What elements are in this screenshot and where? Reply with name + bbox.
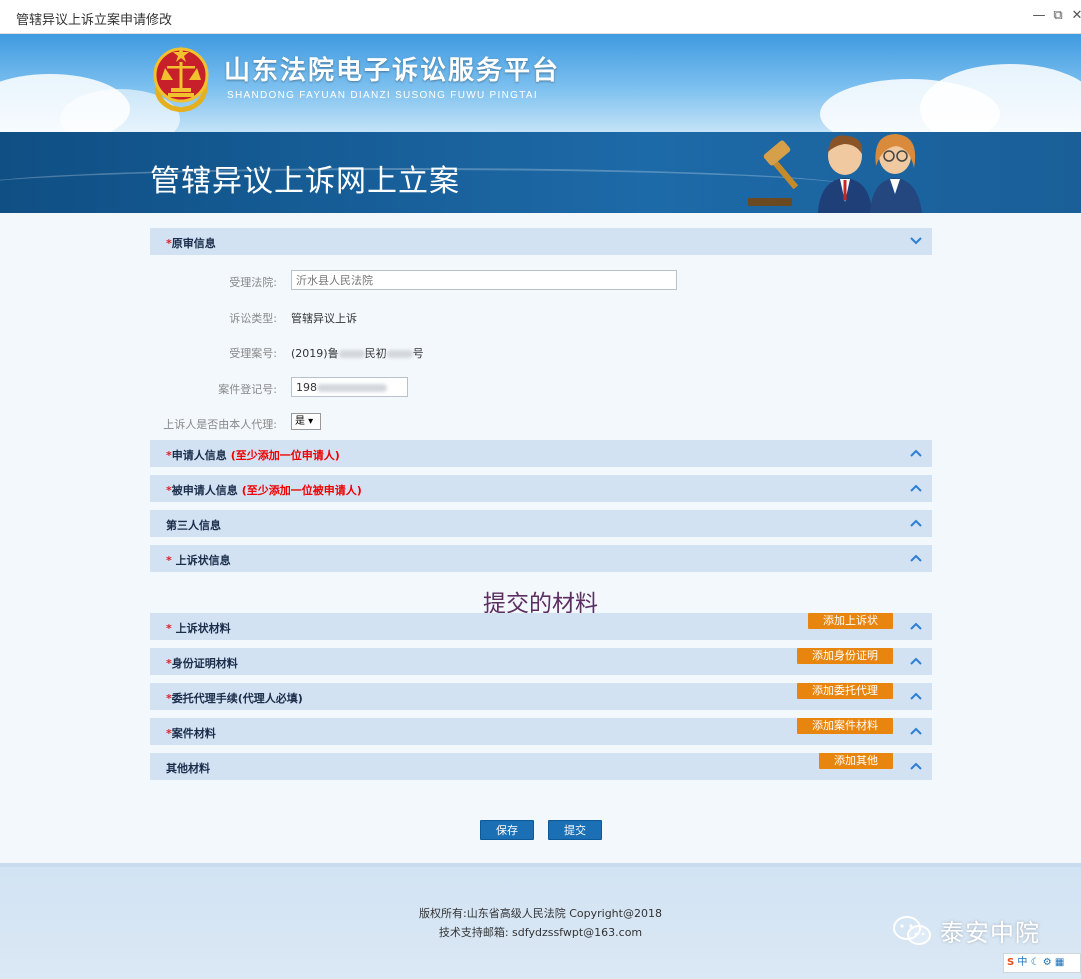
section-appeal-info-label: 上诉状信息 xyxy=(175,554,231,567)
section-material-case[interactable]: *案件材料 添加案件材料 xyxy=(150,718,932,745)
close-button[interactable]: ✕ xyxy=(1069,8,1081,24)
page-heading: 管辖异议上诉网上立案 xyxy=(150,164,460,199)
chevron-up-icon[interactable] xyxy=(908,515,924,531)
section-applicant-label: 申请人信息 xyxy=(171,449,227,462)
section-appeal-info[interactable]: * 上诉状信息 xyxy=(150,545,932,572)
page-footer: 版权所有:山东省高级人民法院 Copyright@2018 技术支持邮箱: sd… xyxy=(0,863,1081,979)
section-material-identity[interactable]: *身份证明材料 添加身份证明 xyxy=(150,648,932,675)
section-third-party-label: 第三人信息 xyxy=(166,519,221,532)
page-banner: 管辖异议上诉网上立案 xyxy=(0,132,1081,213)
case-type-value: 管辖异议上诉 xyxy=(291,312,357,325)
site-title: 山东法院电子诉讼服务平台 xyxy=(224,56,561,86)
site-subtitle: SHANDONG FAYUAN DIANZI SUSONG FUWU PINGT… xyxy=(227,90,538,101)
respondent-note: (至少添加一位被申请人) xyxy=(241,484,362,497)
court-input[interactable] xyxy=(291,270,677,290)
section-original-label: 原审信息 xyxy=(171,237,216,250)
add-identity-button[interactable]: 添加身份证明 xyxy=(797,648,893,664)
self-agent-select[interactable]: 是 ▾ xyxy=(291,413,321,430)
add-appeal-button[interactable]: 添加上诉状 xyxy=(808,613,893,629)
add-other-button[interactable]: 添加其他 xyxy=(819,753,893,769)
field-case-number: 受理案号: (2019)鲁 民初号 xyxy=(150,341,932,363)
chevron-up-icon[interactable] xyxy=(908,550,924,566)
material-label: 上诉状材料 xyxy=(175,622,231,635)
chevron-up-icon[interactable] xyxy=(908,758,924,774)
chevron-down-icon[interactable] xyxy=(908,233,924,249)
self-agent-label: 上诉人是否由本人代理: xyxy=(163,418,277,431)
chevron-up-icon[interactable] xyxy=(908,688,924,704)
chevron-up-icon[interactable] xyxy=(908,618,924,634)
material-label: 委托代理手续(代理人必填) xyxy=(171,692,303,705)
window-title: 管辖异议上诉立案申请修改 xyxy=(16,13,173,28)
window-titlebar: 管辖异议上诉立案申请修改 — ⧉ ✕ xyxy=(0,0,1081,34)
field-court: 受理法院: xyxy=(150,270,932,292)
field-case-type: 诉讼类型: 管辖异议上诉 xyxy=(150,306,932,328)
section-material-appeal[interactable]: * 上诉状材料 添加上诉状 xyxy=(150,613,932,640)
section-respondent[interactable]: *被申请人信息 (至少添加一位被申请人) xyxy=(150,475,932,502)
section-original-trial[interactable]: *原审信息 xyxy=(150,228,932,255)
minimize-button[interactable]: — xyxy=(1031,8,1047,24)
chevron-up-icon[interactable] xyxy=(908,445,924,461)
section-material-other[interactable]: 其他材料 添加其他 xyxy=(150,753,932,780)
section-third-party[interactable]: 第三人信息 xyxy=(150,510,932,537)
save-button[interactable]: 保存 xyxy=(480,820,534,840)
form-area: *原审信息 受理法院: 诉讼类型: 管辖异议上诉 受理案号: (2019)鲁民初… xyxy=(0,213,1081,863)
section-respondent-label: 被申请人信息 xyxy=(171,484,238,497)
add-agency-button[interactable]: 添加委托代理 xyxy=(797,683,893,699)
watermark-text: 泰安中院 xyxy=(940,919,1040,947)
section-material-agency[interactable]: *委托代理手续(代理人必填) 添加委托代理 xyxy=(150,683,932,710)
court-label: 受理法院: xyxy=(229,276,277,289)
registration-no-input[interactable]: 198 xyxy=(291,377,408,397)
section-applicant[interactable]: *申请人信息 (至少添加一位申请人) xyxy=(150,440,932,467)
material-label: 身份证明材料 xyxy=(171,657,238,670)
add-case-material-button[interactable]: 添加案件材料 xyxy=(797,718,893,734)
material-label: 其他材料 xyxy=(166,762,210,775)
field-registration-no: 案件登记号: 198 xyxy=(150,377,932,399)
submit-button[interactable]: 提交 xyxy=(548,820,602,840)
case-type-label: 诉讼类型: xyxy=(229,312,277,325)
ime-tray[interactable]: S 中 ☾ ⚙ ▦ xyxy=(1003,953,1081,973)
material-label: 案件材料 xyxy=(171,727,216,740)
wechat-icon xyxy=(893,915,931,945)
field-self-agent: 上诉人是否由本人代理: 是 ▾ xyxy=(150,412,932,434)
maximize-button[interactable]: ⧉ xyxy=(1050,8,1066,24)
case-number-label: 受理案号: xyxy=(229,347,277,360)
applicant-note: (至少添加一位申请人) xyxy=(230,449,340,462)
site-header: 山东法院电子诉讼服务平台 SHANDONG FAYUAN DIANZI SUSO… xyxy=(0,34,1081,132)
watermark: 泰安中院 xyxy=(892,913,1040,948)
case-number-value: (2019)鲁 民初号 xyxy=(291,347,424,360)
judges-illustration-icon xyxy=(748,134,922,213)
registration-no-label: 案件登记号: xyxy=(218,383,277,396)
chevron-up-icon[interactable] xyxy=(908,653,924,669)
chevron-up-icon[interactable] xyxy=(908,723,924,739)
ime-logo-icon: S xyxy=(1007,957,1015,968)
chevron-up-icon[interactable] xyxy=(908,480,924,496)
court-emblem-icon xyxy=(153,46,209,112)
